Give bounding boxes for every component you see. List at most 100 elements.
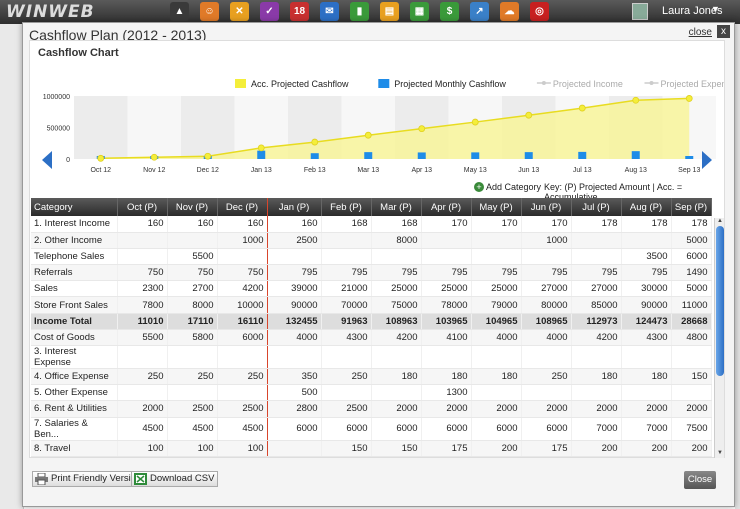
amount-cell[interactable]: 795 bbox=[521, 264, 572, 282]
amount-cell[interactable]: 2000 bbox=[521, 400, 572, 418]
checkbox-icon[interactable]: ✓ bbox=[260, 2, 279, 21]
chart-prev-icon[interactable] bbox=[42, 151, 52, 169]
amount-cell[interactable] bbox=[671, 345, 712, 369]
amount-cell[interactable]: 795 bbox=[471, 264, 522, 282]
amount-cell[interactable]: 6000 bbox=[671, 248, 712, 266]
amount-cell[interactable]: 124473 bbox=[621, 313, 672, 330]
amount-cell[interactable]: 750 bbox=[217, 264, 268, 282]
amount-cell[interactable]: 180 bbox=[371, 368, 422, 386]
amount-cell[interactable]: 91963 bbox=[321, 313, 372, 330]
amount-cell[interactable]: 795 bbox=[371, 264, 422, 282]
amount-cell[interactable]: 795 bbox=[571, 264, 622, 282]
amount-cell[interactable]: 4000 bbox=[471, 329, 522, 347]
close-link[interactable]: close bbox=[689, 27, 712, 38]
amount-cell[interactable]: 750 bbox=[167, 264, 218, 282]
amount-cell[interactable]: 6000 bbox=[217, 329, 268, 347]
amount-cell[interactable]: 5500 bbox=[117, 329, 168, 347]
legend-entry[interactable]: Projected Income bbox=[553, 79, 623, 89]
amount-cell[interactable] bbox=[167, 232, 218, 249]
print-friendly-button[interactable]: Print Friendly Version bbox=[32, 471, 146, 487]
amount-cell[interactable] bbox=[421, 232, 472, 249]
amount-cell[interactable]: 7500 bbox=[671, 417, 712, 441]
amount-cell[interactable]: 108965 bbox=[521, 313, 572, 330]
amount-cell[interactable] bbox=[167, 384, 218, 402]
amount-cell[interactable]: 160 bbox=[217, 216, 268, 233]
amount-cell[interactable]: 2000 bbox=[571, 400, 622, 418]
amount-cell[interactable]: 79000 bbox=[471, 296, 522, 314]
amount-cell[interactable] bbox=[471, 384, 522, 402]
amount-cell[interactable]: 2500 bbox=[267, 232, 322, 249]
legend-entry[interactable]: Acc. Projected Cashflow bbox=[251, 79, 349, 89]
graph-icon[interactable]: ↗ bbox=[470, 2, 489, 21]
amount-cell[interactable] bbox=[571, 248, 622, 266]
amount-cell[interactable]: 30000 bbox=[621, 280, 672, 298]
amount-cell[interactable] bbox=[471, 232, 522, 249]
amount-cell[interactable]: 7800 bbox=[117, 296, 168, 314]
amount-cell[interactable] bbox=[571, 232, 622, 249]
amount-cell[interactable] bbox=[521, 384, 572, 402]
amount-cell[interactable]: 180 bbox=[621, 368, 672, 386]
cloud-icon[interactable]: ☁ bbox=[500, 2, 519, 21]
amount-cell[interactable] bbox=[421, 345, 472, 369]
amount-cell[interactable]: 250 bbox=[117, 368, 168, 386]
amount-cell[interactable] bbox=[671, 384, 712, 402]
amount-cell[interactable]: 8000 bbox=[167, 296, 218, 314]
amount-cell[interactable]: 180 bbox=[421, 368, 472, 386]
amount-cell[interactable]: 132455 bbox=[267, 313, 322, 330]
amount-cell[interactable]: 1000 bbox=[217, 232, 268, 249]
amount-cell[interactable]: 250 bbox=[321, 368, 372, 386]
scroll-down-icon[interactable]: ▼ bbox=[715, 450, 725, 458]
amount-cell[interactable]: 80000 bbox=[521, 296, 572, 314]
legend-entry[interactable]: Projected Monthly Cashflow bbox=[394, 79, 506, 89]
amount-cell[interactable]: 1490 bbox=[671, 264, 712, 282]
spreadsheet-icon[interactable]: ▦ bbox=[410, 2, 429, 21]
amount-cell[interactable]: 5000 bbox=[671, 280, 712, 298]
amount-cell[interactable] bbox=[371, 345, 422, 369]
amount-cell[interactable]: 6000 bbox=[321, 417, 372, 441]
amount-cell[interactable]: 90000 bbox=[267, 296, 322, 314]
amount-cell[interactable]: 2000 bbox=[117, 400, 168, 418]
amount-cell[interactable]: 150 bbox=[321, 440, 372, 457]
amount-cell[interactable] bbox=[217, 345, 268, 369]
amount-cell[interactable]: 6000 bbox=[371, 417, 422, 441]
amount-cell[interactable]: 6000 bbox=[471, 417, 522, 441]
amount-cell[interactable]: 795 bbox=[421, 264, 472, 282]
scrollbar-thumb[interactable] bbox=[716, 226, 724, 376]
amount-cell[interactable]: 2000 bbox=[371, 400, 422, 418]
amount-cell[interactable] bbox=[421, 248, 472, 266]
amount-cell[interactable]: 6000 bbox=[421, 417, 472, 441]
amount-cell[interactable]: 78000 bbox=[421, 296, 472, 314]
amount-cell[interactable]: 2500 bbox=[321, 400, 372, 418]
amount-cell[interactable]: 250 bbox=[217, 368, 268, 386]
amount-cell[interactable]: 795 bbox=[321, 264, 372, 282]
amount-cell[interactable]: 25000 bbox=[421, 280, 472, 298]
amount-cell[interactable] bbox=[267, 345, 322, 369]
chevron-down-icon[interactable]: ▼ bbox=[711, 4, 720, 14]
amount-cell[interactable]: 5800 bbox=[167, 329, 218, 347]
amount-cell[interactable] bbox=[117, 384, 168, 402]
amount-cell[interactable]: 2000 bbox=[421, 400, 472, 418]
amount-cell[interactable]: 200 bbox=[471, 440, 522, 457]
amount-cell[interactable]: 168 bbox=[371, 216, 422, 233]
amount-cell[interactable] bbox=[621, 345, 672, 369]
avatar[interactable] bbox=[632, 3, 648, 20]
amount-cell[interactable]: 250 bbox=[167, 368, 218, 386]
download-csv-button[interactable]: Download CSV bbox=[131, 471, 219, 487]
amount-cell[interactable]: 2000 bbox=[471, 400, 522, 418]
amount-cell[interactable]: 11000 bbox=[671, 296, 712, 314]
amount-cell[interactable]: 100 bbox=[167, 440, 218, 457]
amount-cell[interactable] bbox=[321, 248, 372, 266]
close-icon[interactable]: x bbox=[717, 25, 730, 38]
amount-cell[interactable]: 2000 bbox=[621, 400, 672, 418]
amount-cell[interactable]: 10000 bbox=[217, 296, 268, 314]
amount-cell[interactable]: 168 bbox=[321, 216, 372, 233]
amount-cell[interactable]: 160 bbox=[267, 216, 322, 233]
amount-cell[interactable]: 200 bbox=[571, 440, 622, 457]
amount-cell[interactable]: 180 bbox=[471, 368, 522, 386]
amount-cell[interactable]: 2800 bbox=[267, 400, 322, 418]
amount-cell[interactable]: 39000 bbox=[267, 280, 322, 298]
vertical-scrollbar[interactable]: ▲ ▼ bbox=[714, 218, 724, 458]
amount-cell[interactable]: 70000 bbox=[321, 296, 372, 314]
amount-cell[interactable]: 11010 bbox=[117, 313, 168, 330]
amount-cell[interactable] bbox=[117, 345, 168, 369]
